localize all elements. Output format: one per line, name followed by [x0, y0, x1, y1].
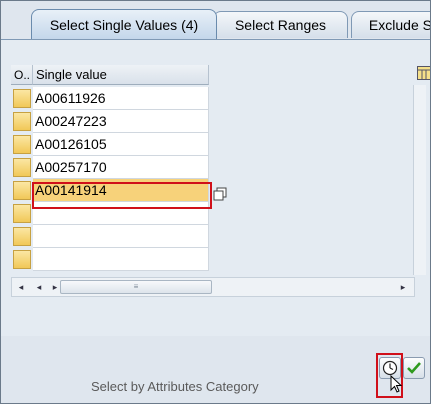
row-selector[interactable] [13, 181, 31, 200]
row-selector[interactable] [13, 158, 31, 177]
table-row[interactable]: A00257170 [11, 156, 209, 179]
single-value-cell[interactable]: A00126105 [33, 133, 209, 156]
scroll-thumb[interactable]: ≡ [60, 280, 212, 294]
table-settings-icon[interactable] [417, 65, 430, 81]
tab-select-ranges[interactable]: Select Ranges [213, 11, 348, 38]
underlying-window-text: Select by Attributes Category [91, 379, 259, 394]
column-header-single-value[interactable]: Single value [33, 65, 209, 85]
row-selector[interactable] [13, 135, 31, 154]
row-selector[interactable] [13, 204, 31, 223]
table-row[interactable]: A00611926 [11, 87, 209, 110]
tab-exclude-single-values[interactable]: Exclude Si [351, 11, 430, 38]
row-selector[interactable] [13, 250, 31, 269]
single-value-cell[interactable] [33, 248, 209, 271]
table-row[interactable]: A00247223 [11, 110, 209, 133]
row-selector[interactable] [13, 89, 31, 108]
row-selector[interactable] [13, 227, 31, 246]
multiple-selection-icon[interactable] [213, 187, 227, 201]
table-row[interactable] [11, 225, 209, 248]
scroll-left-icon[interactable]: ◂ [32, 280, 46, 294]
single-value-cell[interactable]: A00257170 [33, 156, 209, 179]
mouse-pointer-icon [390, 374, 403, 396]
single-value-cell[interactable]: A00611926 [33, 87, 209, 110]
tab-strip: Select Ranges Exclude Si Select Single V… [1, 1, 430, 40]
scroll-end-icon[interactable]: ▸ [396, 280, 410, 294]
table-row[interactable]: A00126105 [11, 133, 209, 156]
vertical-scrollbar[interactable] [413, 85, 426, 275]
single-values-table: O.. Single value A00611926 A00247223 A00… [11, 65, 209, 275]
single-value-cell[interactable] [33, 225, 209, 248]
single-value-cell[interactable]: A00247223 [33, 110, 209, 133]
horizontal-scrollbar[interactable]: ◂ ◂ ▸ ≡ ▸ [11, 277, 415, 297]
tab-select-single-values[interactable]: Select Single Values (4) [31, 9, 217, 40]
scroll-first-icon[interactable]: ◂ [14, 280, 28, 294]
confirm-button[interactable] [403, 357, 425, 379]
check-icon [406, 360, 422, 379]
row-selector[interactable] [13, 112, 31, 131]
highlight-callout [32, 182, 212, 209]
column-header-selector[interactable]: O.. [11, 65, 33, 85]
table-row[interactable] [11, 248, 209, 271]
dialog-window: Select Ranges Exclude Si Select Single V… [0, 0, 431, 404]
